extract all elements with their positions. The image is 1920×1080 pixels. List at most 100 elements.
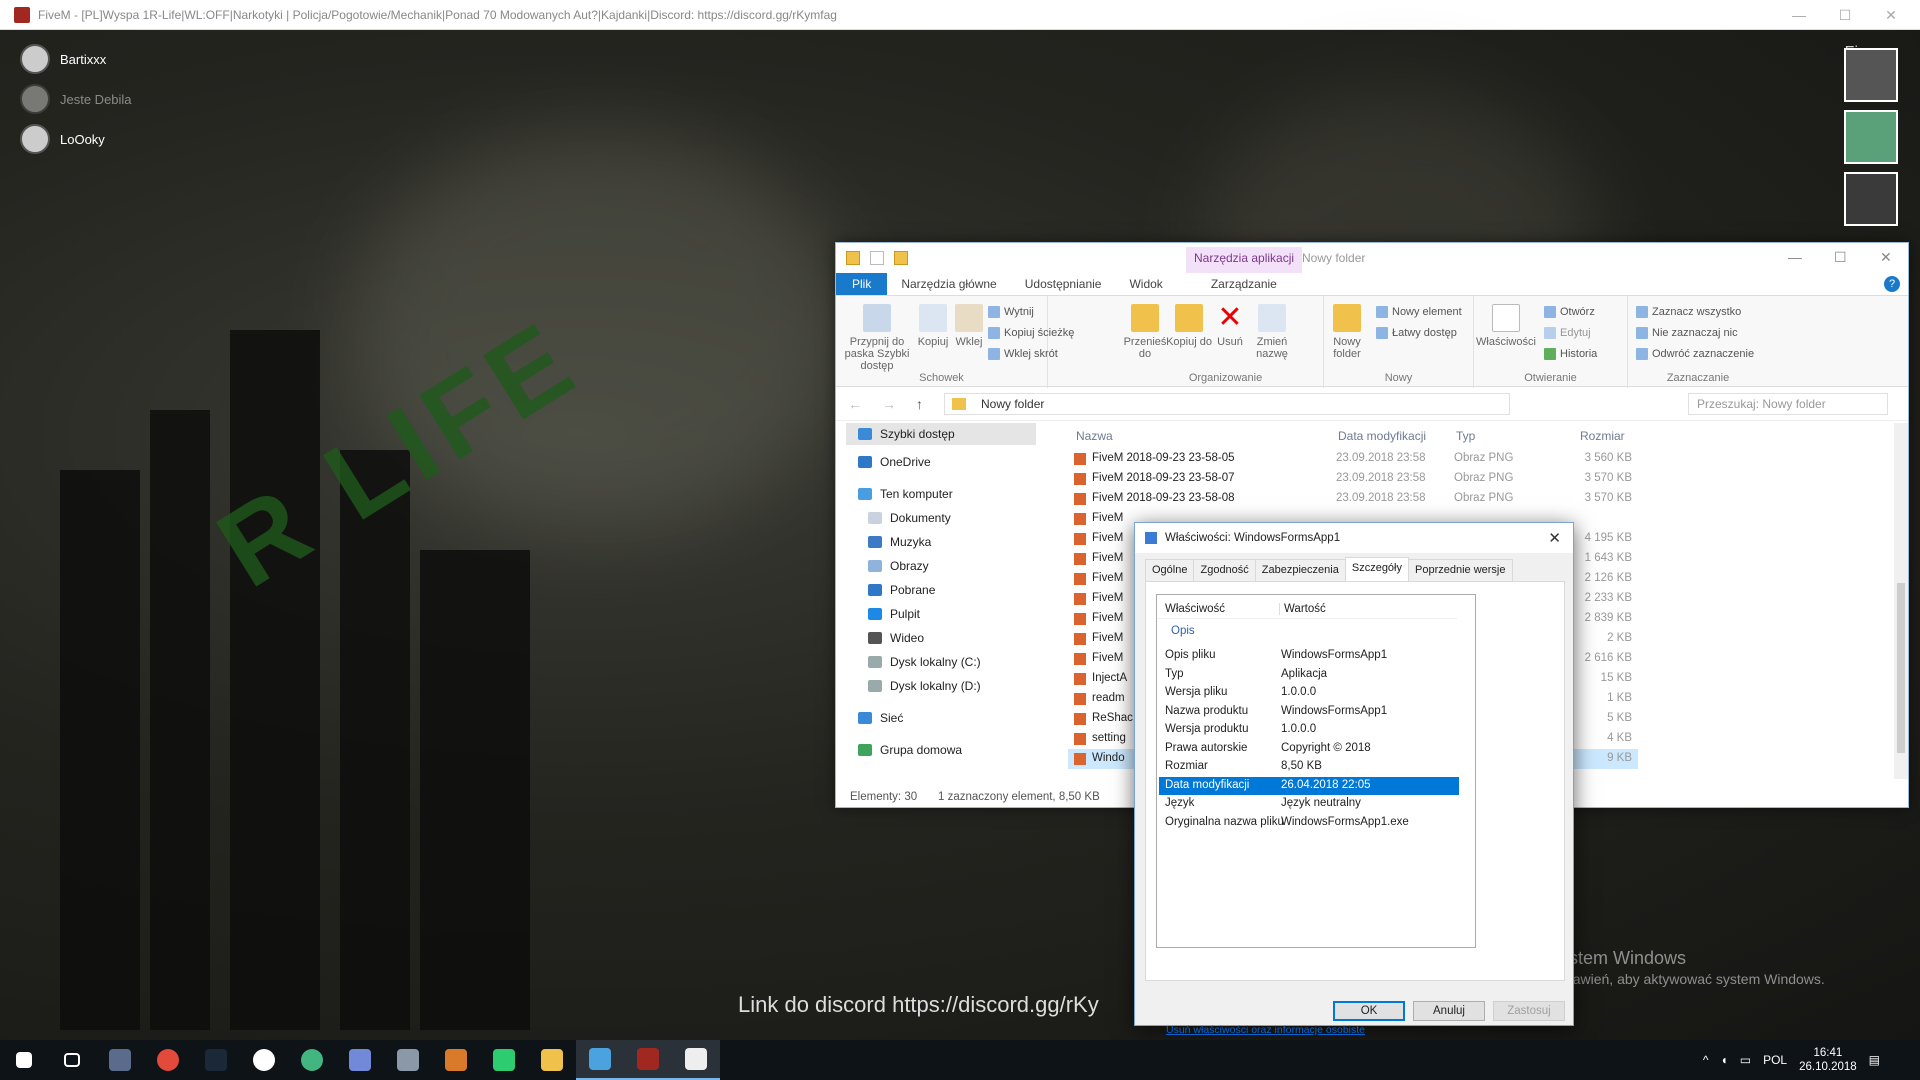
- taskbar-app[interactable]: [672, 1040, 720, 1080]
- nav-network[interactable]: Sieć: [858, 711, 903, 725]
- taskbar-app[interactable]: [480, 1040, 528, 1080]
- cut-button[interactable]: Wytnij: [988, 306, 1034, 318]
- nav-quick-access[interactable]: Szybki dostęp: [846, 423, 1036, 445]
- tab-general[interactable]: Ogólne: [1145, 559, 1195, 581]
- minimize-button[interactable]: —: [1788, 249, 1802, 265]
- remove-properties-link[interactable]: Usuń właściwości oraz informacje osobist…: [1166, 1024, 1365, 1036]
- scroll-thumb[interactable]: [1897, 583, 1905, 753]
- property-row[interactable]: Data modyfikacji 26.04.2018 22:05: [1159, 776, 1459, 795]
- vertical-scrollbar[interactable]: [1894, 423, 1908, 779]
- property-row[interactable]: Oryginalna nazwa pliku WindowsFormsApp1.e…: [1159, 814, 1459, 832]
- nav-documents[interactable]: Dokumenty: [868, 511, 951, 525]
- network-icon[interactable]: ▭: [1740, 1053, 1751, 1067]
- taskbar-fivem[interactable]: [624, 1040, 672, 1080]
- open-button[interactable]: Otwórz: [1544, 306, 1595, 318]
- paste-shortcut-button[interactable]: Wklej skrót: [988, 348, 1058, 360]
- tab-details[interactable]: Szczegóły: [1344, 557, 1409, 581]
- rename-button[interactable]: Zmień nazwę: [1252, 304, 1292, 360]
- invert-selection-button[interactable]: Odwróć zaznaczenie: [1636, 348, 1754, 360]
- column-size[interactable]: Rozmiar: [1580, 429, 1625, 443]
- delete-button[interactable]: ✕ Usuń: [1212, 303, 1248, 349]
- history-button[interactable]: Historia: [1544, 348, 1597, 360]
- nav-desktop[interactable]: Pulpit: [868, 607, 920, 621]
- column-property[interactable]: Właściwość: [1165, 603, 1225, 615]
- nav-homegroup[interactable]: Grupa domowa: [858, 743, 962, 757]
- column-type[interactable]: Typ: [1456, 429, 1475, 443]
- taskbar-explorer[interactable]: [528, 1040, 576, 1080]
- copy-path-button[interactable]: Kopiuj ścieżkę: [988, 327, 1074, 339]
- pin-button[interactable]: Przypnij do paska Szybki dostęp: [840, 304, 914, 372]
- maximize-button[interactable]: ☐: [1822, 0, 1868, 30]
- property-row[interactable]: Język Język neutralny: [1159, 795, 1459, 813]
- close-button[interactable]: ✕: [1880, 249, 1892, 266]
- tab-home[interactable]: Narzędzia główne: [887, 274, 1010, 294]
- tab-file[interactable]: Plik: [836, 273, 888, 295]
- nav-disk-c[interactable]: Dysk lokalny (C:): [868, 655, 981, 669]
- select-all-button[interactable]: Zaznacz wszystko: [1636, 306, 1741, 318]
- taskbar-app[interactable]: [144, 1040, 192, 1080]
- copy-to-button[interactable]: Kopiuj do: [1166, 304, 1212, 348]
- taskbar-app[interactable]: [384, 1040, 432, 1080]
- clock[interactable]: 16:41 26.10.2018: [1799, 1046, 1857, 1074]
- file-row[interactable]: FiveM 2018-09-23 23-58-05 23.09.2018 23:5…: [1068, 449, 1638, 469]
- volume-icon[interactable]: ◖: [1720, 1053, 1727, 1067]
- forward-icon[interactable]: →: [882, 396, 904, 412]
- nav-disk-d[interactable]: Dysk lokalny (D:): [868, 679, 981, 693]
- tab-compatibility[interactable]: Zgodność: [1193, 559, 1256, 581]
- column-name[interactable]: Nazwa: [1076, 429, 1113, 443]
- tab-previous-versions[interactable]: Poprzednie wersje: [1408, 559, 1513, 581]
- maximize-button[interactable]: ☐: [1834, 249, 1847, 266]
- nav-downloads[interactable]: Pobrane: [868, 583, 935, 597]
- edit-button[interactable]: Edytuj: [1544, 327, 1591, 339]
- nav-pictures[interactable]: Obrazy: [868, 559, 929, 573]
- nav-video[interactable]: Wideo: [868, 631, 924, 645]
- new-item-button[interactable]: Nowy element: [1376, 306, 1462, 318]
- taskbar-app[interactable]: [432, 1040, 480, 1080]
- address-input[interactable]: Nowy folder: [944, 393, 1510, 415]
- tab-view[interactable]: Widok: [1115, 274, 1176, 294]
- close-icon[interactable]: ✕: [1548, 529, 1561, 547]
- property-row[interactable]: Nazwa produktu WindowsFormsApp1: [1159, 703, 1459, 721]
- cancel-button[interactable]: Anuluj: [1413, 1001, 1485, 1021]
- property-row[interactable]: Opis pliku WindowsFormsApp1: [1159, 647, 1459, 665]
- property-row[interactable]: Wersja pliku 1.0.0.0: [1159, 684, 1459, 702]
- task-view-button[interactable]: [48, 1040, 96, 1080]
- ok-button[interactable]: OK: [1333, 1001, 1405, 1021]
- column-date[interactable]: Data modyfikacji: [1338, 429, 1426, 443]
- new-folder-icon[interactable]: [894, 251, 908, 265]
- close-button[interactable]: ✕: [1868, 0, 1914, 30]
- file-row[interactable]: FiveM 2018-09-23 23-58-08 23.09.2018 23:5…: [1068, 489, 1638, 509]
- start-button[interactable]: [0, 1040, 48, 1080]
- apply-button[interactable]: Zastosuj: [1493, 1001, 1565, 1021]
- nav-music[interactable]: Muzyka: [868, 535, 931, 549]
- property-row[interactable]: Wersja produktu 1.0.0.0: [1159, 721, 1459, 739]
- nav-this-pc[interactable]: Ten komputer: [858, 487, 953, 501]
- up-icon[interactable]: ↑: [916, 396, 938, 412]
- column-value[interactable]: Wartość: [1279, 603, 1326, 615]
- taskbar-app[interactable]: [288, 1040, 336, 1080]
- file-row[interactable]: FiveM 2018-09-23 23-58-07 23.09.2018 23:5…: [1068, 469, 1638, 489]
- language-indicator[interactable]: POL: [1763, 1053, 1787, 1067]
- properties-button[interactable]: Właściwości: [1476, 304, 1536, 348]
- taskbar-app[interactable]: [336, 1040, 384, 1080]
- move-to-button[interactable]: Przenieś do: [1122, 304, 1168, 360]
- paste-button[interactable]: Wklej: [952, 304, 986, 348]
- tab-security[interactable]: Zabezpieczenia: [1254, 559, 1346, 581]
- search-input[interactable]: Przeszukaj: Nowy folder: [1688, 393, 1888, 415]
- new-folder-button[interactable]: Nowy folder: [1326, 304, 1368, 360]
- taskbar-app[interactable]: [96, 1040, 144, 1080]
- taskbar-app[interactable]: [240, 1040, 288, 1080]
- tab-manage[interactable]: Zarządzanie: [1197, 274, 1291, 294]
- copy-button[interactable]: Kopiuj: [916, 304, 950, 348]
- taskbar-app[interactable]: [192, 1040, 240, 1080]
- back-icon[interactable]: ←: [848, 396, 870, 412]
- properties-icon[interactable]: [870, 251, 884, 265]
- tab-share[interactable]: Udostępnianie: [1011, 274, 1116, 294]
- chevron-up-icon[interactable]: ^: [1703, 1053, 1709, 1067]
- property-row[interactable]: Typ Aplikacja: [1159, 666, 1459, 684]
- help-icon[interactable]: ?: [1884, 276, 1900, 292]
- easy-access-button[interactable]: Łatwy dostęp: [1376, 327, 1457, 339]
- minimize-button[interactable]: —: [1776, 0, 1822, 30]
- taskbar-app[interactable]: [576, 1040, 624, 1080]
- nav-onedrive[interactable]: OneDrive: [858, 455, 931, 469]
